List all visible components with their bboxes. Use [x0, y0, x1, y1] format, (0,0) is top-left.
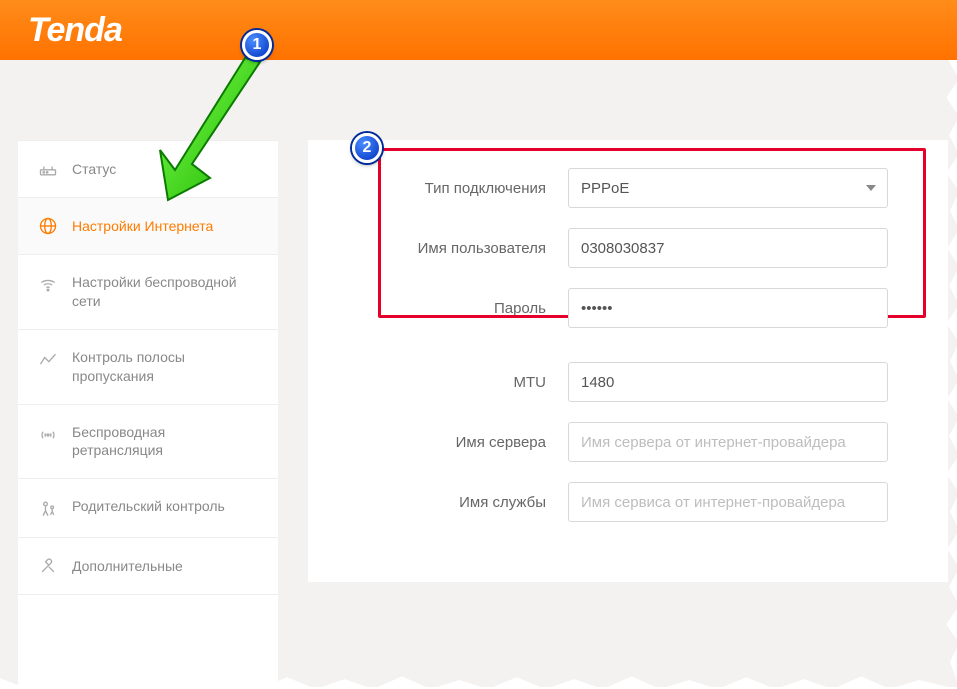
annotation-badge-2: 2: [352, 133, 382, 163]
row-service-name: Имя службы (Д: [308, 482, 918, 522]
content-area: Тип подключения PPPoE Имя пользователя П…: [278, 80, 957, 687]
sidebar-item-label: Контроль полосы пропускания: [72, 348, 258, 386]
row-mtu: MTU: [308, 362, 918, 402]
service-name-input[interactable]: [568, 482, 888, 522]
sidebar-item-parental-control[interactable]: Родительский контроль: [18, 479, 278, 538]
sidebar-item-label: Родительский контроль: [72, 497, 258, 516]
bandwidth-icon: [38, 350, 58, 370]
brand-logo: Tenda: [28, 11, 122, 50]
row-password: Пароль: [308, 288, 918, 328]
parental-icon: [38, 499, 58, 519]
wifi-icon: [38, 275, 58, 295]
sidebar-item-wireless-settings[interactable]: Настройки беспроводной сети: [18, 255, 278, 330]
annotation-badge-1: 1: [242, 30, 272, 60]
sidebar-item-label: Настройки беспроводной сети: [72, 273, 258, 311]
page-body: Статус Настройки Интернета: [0, 60, 957, 687]
label-connection-type: Тип подключения: [308, 180, 568, 197]
server-name-input[interactable]: [568, 422, 888, 462]
header: Tenda: [0, 0, 957, 60]
row-connection-type: Тип подключения PPPoE: [308, 168, 918, 208]
label-server-name: Имя сервера: [308, 434, 568, 451]
sidebar-item-bandwidth-control[interactable]: Контроль полосы пропускания: [18, 330, 278, 405]
internet-settings-panel: Тип подключения PPPoE Имя пользователя П…: [308, 140, 948, 582]
label-service-name: Имя службы: [308, 494, 568, 511]
sidebar-item-label: Дополнительные: [72, 557, 258, 576]
sidebar-item-wireless-repeater[interactable]: Беспроводная ретрансляция: [18, 405, 278, 480]
mtu-input[interactable]: [568, 362, 888, 402]
sidebar-item-label: Настройки Интернета: [72, 217, 258, 236]
sidebar-item-status[interactable]: Статус: [18, 141, 278, 198]
label-username: Имя пользователя: [308, 240, 568, 257]
connection-type-select[interactable]: PPPoE: [568, 168, 888, 208]
row-username: Имя пользователя: [308, 228, 918, 268]
label-password: Пароль: [308, 300, 568, 317]
sidebar-item-advanced[interactable]: Дополнительные: [18, 538, 278, 595]
password-input[interactable]: [568, 288, 888, 328]
globe-icon: [38, 216, 58, 236]
sidebar: Статус Настройки Интернета: [18, 140, 278, 687]
username-input[interactable]: [568, 228, 888, 268]
sidebar-item-internet-settings[interactable]: Настройки Интернета: [18, 198, 278, 255]
sidebar-item-label: Беспроводная ретрансляция: [72, 423, 258, 461]
repeater-icon: [38, 425, 58, 445]
label-mtu: MTU: [308, 374, 568, 391]
tools-icon: [38, 556, 58, 576]
sidebar-item-label: Статус: [72, 160, 258, 179]
router-icon: [38, 159, 58, 179]
row-server-name: Имя сервера (Д: [308, 422, 918, 462]
